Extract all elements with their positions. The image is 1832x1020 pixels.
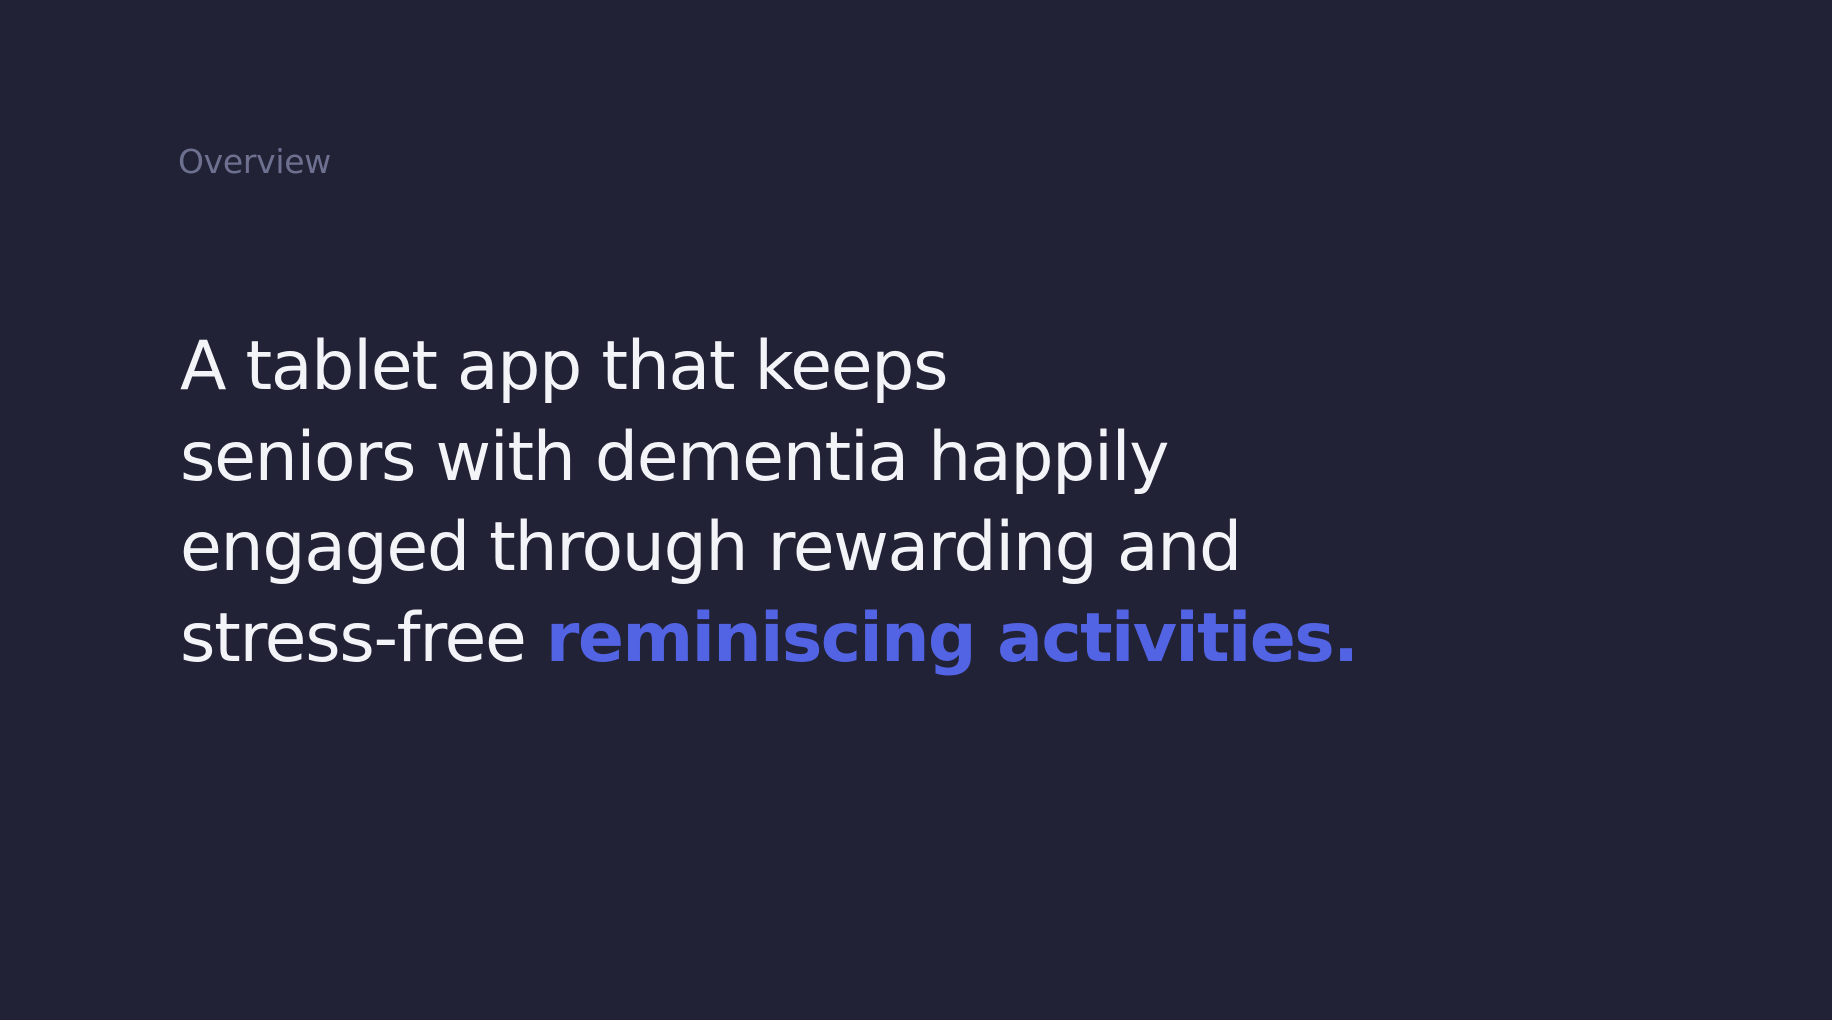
- section-label-overview: Overview: [178, 142, 331, 181]
- headline-line-1: A tablet app that keeps: [180, 327, 949, 406]
- headline-line-2: seniors with dementia happily: [180, 417, 1169, 497]
- overview-headline: A tablet app that keeps seniors with dem…: [180, 322, 1359, 685]
- headline-line-4: stress-free reminiscing activities.: [180, 594, 1359, 685]
- headline-plain-text: stress-free: [180, 598, 527, 678]
- headline-line-3: engaged through rewarding and: [180, 508, 1242, 587]
- headline-highlight: reminiscing activities.: [545, 598, 1359, 678]
